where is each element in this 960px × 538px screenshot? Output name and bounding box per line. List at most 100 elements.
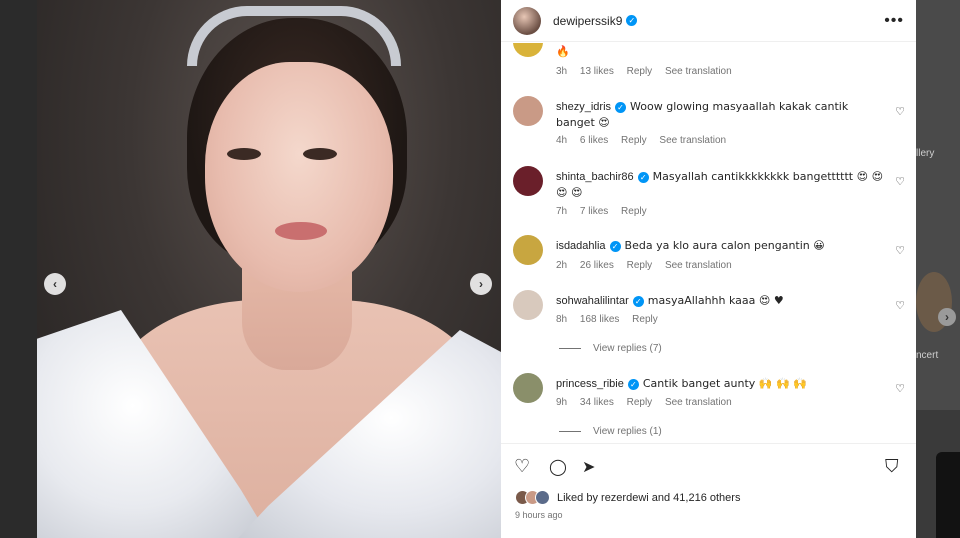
commenter-avatar[interactable] — [513, 43, 543, 57]
photo-eye — [303, 148, 337, 160]
background-text: llery — [916, 148, 935, 159]
liker-avatar — [535, 490, 550, 505]
post-photo[interactable] — [37, 0, 501, 538]
comment-meta: 4h 6 likes Reply See translation — [556, 135, 736, 146]
comment-meta: 7h 7 likes Reply — [556, 206, 657, 217]
comment-item: princess_ribie ✓ Cantik banget aunty 🙌 🙌 🙌… — [513, 373, 908, 418]
comment-body: shinta_bachir86 ✓ Masyallah cantikkkkkkkk … — [556, 169, 886, 201]
save-icon[interactable]: ⛉ — [885, 456, 899, 477]
comment-meta: 9h 34 likes Reply See translation — [556, 397, 742, 408]
background-next-icon[interactable]: › — [938, 308, 956, 326]
replies-divider — [559, 431, 581, 432]
comment-body: 🔥 — [556, 44, 886, 60]
verified-badge-icon: ✓ — [637, 171, 649, 183]
see-translation-link[interactable]: See translation — [665, 66, 732, 77]
commenter-username[interactable]: princess_ribie — [556, 378, 624, 390]
reply-link[interactable]: Reply — [621, 206, 647, 217]
comment-time: 2h — [556, 260, 568, 271]
like-comment-icon[interactable]: ♡ — [894, 300, 906, 312]
comment-body: isdadahlia ✓ Beda ya klo aura calon pengan… — [556, 238, 886, 254]
comment-item: 🔥 ♡ 3h 13 likes Reply See translation — [513, 43, 908, 77]
commenter-username[interactable]: shinta_bachir86 — [556, 171, 634, 183]
comment-icon[interactable]: ◯ — [549, 457, 567, 477]
comment-body: princess_ribie ✓ Cantik banget aunty 🙌 🙌 🙌 — [556, 376, 886, 392]
comment-likes[interactable]: 26 likes — [580, 260, 614, 271]
reply-link[interactable]: Reply — [627, 260, 653, 271]
like-icon[interactable]: ♡ — [514, 456, 530, 477]
comment-item: shezy_idris ✓ Woow glowing masyaallah kaka… — [513, 96, 908, 156]
comment-likes[interactable]: 6 likes — [580, 135, 608, 146]
comment-time: 9h — [556, 397, 568, 408]
background-dark-panel — [936, 452, 960, 538]
comment-time: 3h — [556, 66, 568, 77]
view-replies-link[interactable]: View replies (7) — [559, 343, 662, 354]
photo-eye — [227, 148, 261, 160]
background-feed-strip: llery ncert › — [916, 0, 960, 538]
post-detail-panel: dewiperssik9 ✓ ••• 🔥 ♡ 3h 13 likes Reply… — [501, 0, 916, 538]
previous-photo-button[interactable]: ‹ — [44, 273, 66, 295]
next-photo-button[interactable]: › — [470, 273, 492, 295]
author-username[interactable]: dewiperssik9 — [553, 14, 622, 28]
commenter-avatar[interactable] — [513, 235, 543, 265]
post-actions-bar: ♡ ◯ ➤ ⛉ Liked by rezerdewi and 41,216 ot… — [501, 443, 916, 538]
like-comment-icon[interactable]: ♡ — [894, 383, 906, 395]
verified-badge-icon: ✓ — [609, 240, 621, 252]
verified-badge-icon: ✓ — [627, 378, 639, 390]
view-replies-label[interactable]: View replies (1) — [593, 426, 662, 437]
comment-time: 7h — [556, 206, 568, 217]
commenter-username[interactable]: sohwahalilintar — [556, 295, 629, 307]
commenter-avatar[interactable] — [513, 96, 543, 126]
commenter-username[interactable]: shezy_idris — [556, 101, 611, 113]
commenter-avatar[interactable] — [513, 373, 543, 403]
commenter-avatar[interactable] — [513, 166, 543, 196]
comment-meta: 3h 13 likes Reply See translation — [556, 66, 742, 77]
comment-meta: 2h 26 likes Reply See translation — [556, 260, 742, 271]
comment-likes[interactable]: 168 likes — [580, 314, 619, 325]
reply-link[interactable]: Reply — [632, 314, 658, 325]
replies-divider — [559, 348, 581, 349]
comment-text: 🔥 — [556, 45, 570, 58]
comment-body: sohwahalilintar ✓ masyaAllahhh kaaa 😍 ♥ — [556, 293, 886, 309]
see-translation-link[interactable]: See translation — [665, 397, 732, 408]
see-translation-link[interactable]: See translation — [665, 260, 732, 271]
see-translation-link[interactable]: See translation — [659, 135, 726, 146]
verified-badge-icon: ✓ — [615, 101, 627, 113]
view-replies-link[interactable]: View replies (1) — [559, 426, 662, 437]
comment-likes[interactable]: 7 likes — [580, 206, 608, 217]
comment-meta: 8h 168 likes Reply — [556, 314, 668, 325]
more-options-icon[interactable]: ••• — [884, 12, 904, 30]
photo-tiara — [187, 6, 401, 66]
like-comment-icon[interactable]: ♡ — [894, 245, 906, 257]
background-card — [916, 0, 960, 410]
verified-badge-icon: ✓ — [626, 15, 638, 26]
comment-time: 8h — [556, 314, 568, 325]
comment-text: Beda ya klo aura calon pengantin 😀 — [624, 239, 825, 252]
comment-time: 4h — [556, 135, 568, 146]
view-replies-label[interactable]: View replies (7) — [593, 343, 662, 354]
author-avatar[interactable] — [513, 6, 541, 35]
comment-item: isdadahlia ✓ Beda ya klo aura calon pengan… — [513, 235, 908, 280]
comments-list: 🔥 ♡ 3h 13 likes Reply See translation sh… — [501, 43, 916, 443]
reply-link[interactable]: Reply — [621, 135, 647, 146]
comment-likes[interactable]: 34 likes — [580, 397, 614, 408]
like-comment-icon[interactable]: ♡ — [894, 176, 906, 188]
photo-face — [205, 62, 393, 292]
comment-text: masyaAllahhh kaaa 😍 ♥ — [647, 294, 784, 307]
comment-likes[interactable]: 13 likes — [580, 66, 614, 77]
reply-link[interactable]: Reply — [627, 66, 653, 77]
verified-badge-icon: ✓ — [632, 295, 644, 307]
like-comment-icon[interactable]: ♡ — [894, 106, 906, 118]
share-icon[interactable]: ➤ — [582, 457, 595, 477]
background-text: ncert — [916, 350, 939, 361]
commenter-username[interactable]: isdadahlia — [556, 240, 606, 252]
comment-body: shezy_idris ✓ Woow glowing masyaallah kaka… — [556, 99, 886, 131]
comment-item: shinta_bachir86 ✓ Masyallah cantikkkkkkkk … — [513, 166, 908, 226]
commenter-avatar[interactable] — [513, 290, 543, 320]
reply-link[interactable]: Reply — [627, 397, 653, 408]
likes-summary[interactable]: Liked by rezerdewi and 41,216 others — [515, 490, 740, 505]
comment-item: sohwahalilintar ✓ masyaAllahhh kaaa 😍 ♥ ♡ … — [513, 290, 908, 335]
comment-text: Cantik banget aunty 🙌 🙌 🙌 — [642, 377, 807, 390]
photo-lips — [275, 222, 327, 240]
likes-summary-text[interactable]: Liked by rezerdewi and 41,216 others — [557, 492, 740, 504]
post-header: dewiperssik9 ✓ ••• — [501, 0, 916, 42]
